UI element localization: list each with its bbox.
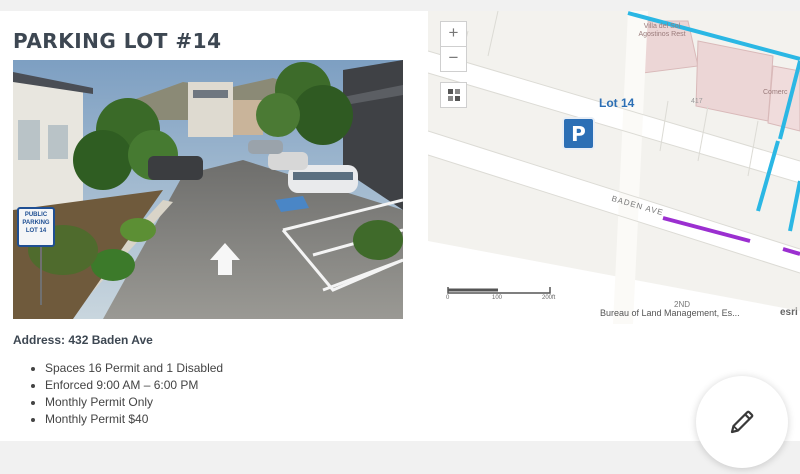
pencil-icon <box>730 410 754 434</box>
sign-line: LOT 14 <box>25 228 47 234</box>
parking-lot-photo: PUBLIC PARKING LOT 14 <box>13 60 403 319</box>
zoom-out-button[interactable]: − <box>440 46 467 72</box>
zoom-in-icon: + <box>448 23 459 42</box>
public-parking-sign: PUBLIC PARKING LOT 14 <box>17 207 55 247</box>
layers-icon <box>447 89 460 101</box>
layers-button[interactable] <box>440 82 467 108</box>
map-attribution[interactable]: Bureau of Land Management, Es... <box>600 308 740 318</box>
building-label: Comerc <box>763 89 788 96</box>
scale-label: 200ft <box>542 295 556 301</box>
zoom-out-icon: − <box>448 48 459 67</box>
lot-details-list: Spaces 16 Permit and 1 Disabled Enforced… <box>25 360 223 428</box>
parking-icon: P <box>571 121 586 146</box>
lot-detail-spaces: Spaces 16 Permit and 1 Disabled <box>45 360 223 377</box>
parking-lot-photo-image <box>13 60 403 319</box>
scale-label: 0 <box>446 295 450 301</box>
lot-detail-permit-price: Monthly Permit $40 <box>45 411 223 428</box>
zoom-in-button[interactable]: + <box>440 21 467 47</box>
sign-line: PARKING <box>22 220 50 226</box>
building-label: Villa del Sol Agostinos Rest <box>638 23 686 38</box>
scale-label: 100 <box>492 295 503 301</box>
address-number-label: 417 <box>691 98 703 105</box>
lot-detail-permit-type: Monthly Permit Only <box>45 394 223 411</box>
edit-button[interactable] <box>696 376 788 468</box>
map[interactable]: + − Villa del Sol Agostinos Rest Comerc … <box>428 11 800 324</box>
lot-label: Lot 14 <box>599 96 635 110</box>
sign-line: PUBLIC <box>24 212 48 218</box>
lot-detail-hours: Enforced 9:00 AM – 6:00 PM <box>45 377 223 394</box>
lot-address: Address: 432 Baden Ave <box>13 333 153 347</box>
parking-marker[interactable]: P <box>562 117 595 150</box>
esri-logo: esri <box>780 307 798 318</box>
page-title: PARKING LOT #14 <box>13 29 222 53</box>
map-basemap <box>428 11 800 324</box>
